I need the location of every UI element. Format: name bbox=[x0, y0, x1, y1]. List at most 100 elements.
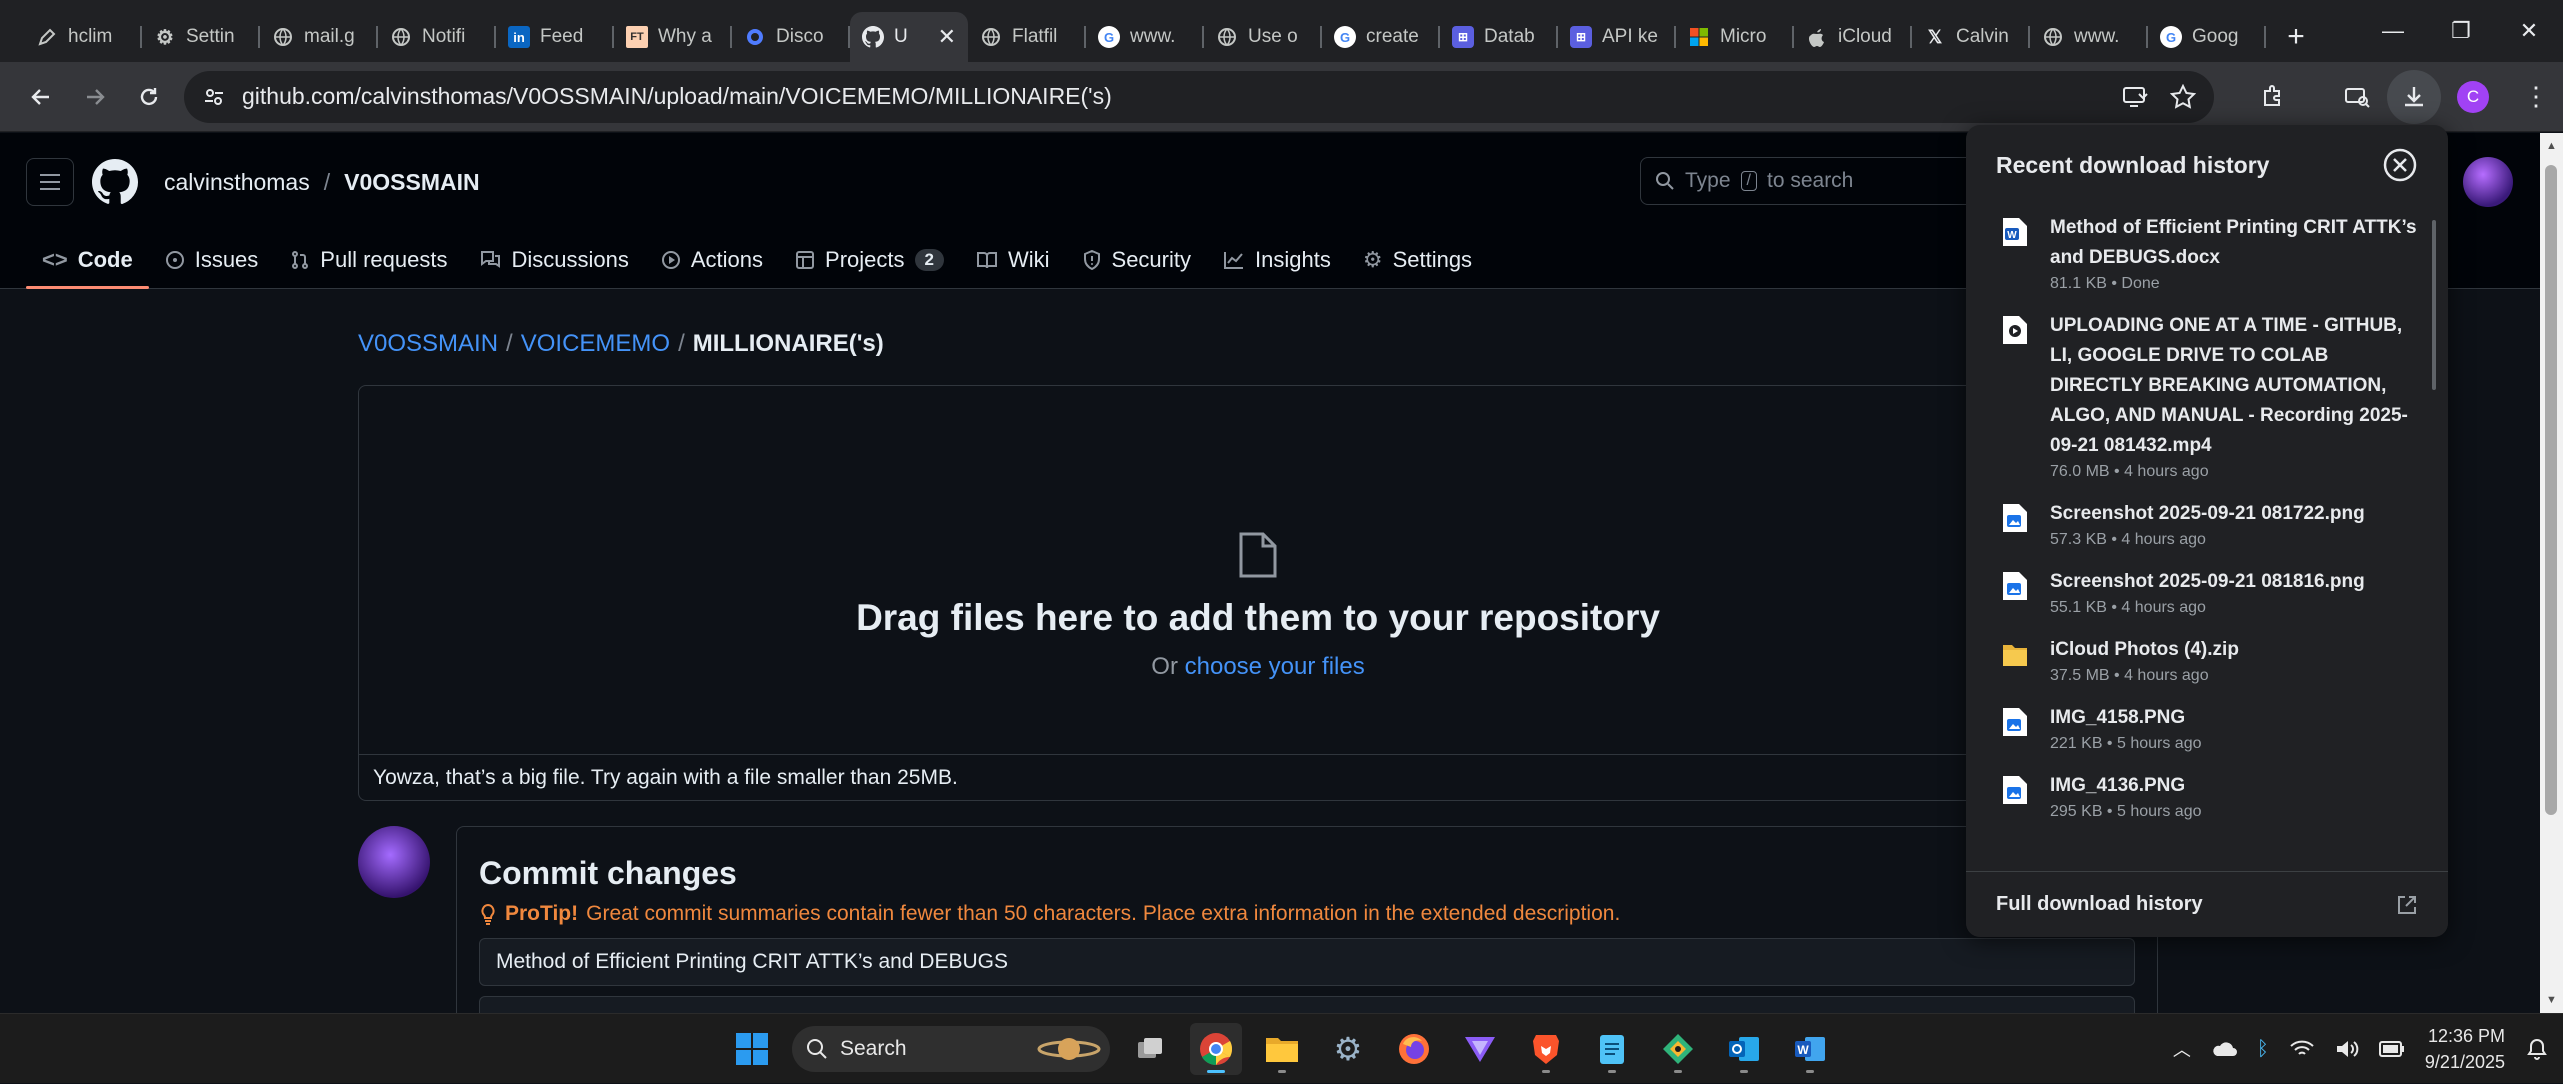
cast-search-icon[interactable] bbox=[2343, 83, 2371, 111]
browser-tab[interactable]: ⊞ Datab bbox=[1440, 12, 1558, 62]
tab-security[interactable]: Security bbox=[1066, 231, 1207, 289]
browser-tab[interactable]: Micro bbox=[1676, 12, 1794, 62]
download-item[interactable]: iCloud Photos (4).zip 37.5 MB • 4 hours a… bbox=[1966, 627, 2448, 695]
scroll-up-icon[interactable]: ▲ bbox=[2540, 133, 2563, 159]
system-tray: ︿ ᛒ 12:36 PM 9/21/2025 bbox=[2173, 1014, 2549, 1084]
scroll-down-icon[interactable]: ▼ bbox=[2540, 987, 2563, 1013]
tab-issues[interactable]: Issues bbox=[149, 231, 275, 289]
browser-toolbar: github.com/calvinsthomas/V0OSSMAIN/uploa… bbox=[0, 62, 2563, 132]
restore-button[interactable]: ❐ bbox=[2427, 0, 2495, 62]
browser-tab[interactable]: G www. bbox=[1086, 12, 1204, 62]
download-list-scrollbar[interactable] bbox=[2432, 220, 2436, 390]
reload-button[interactable] bbox=[122, 70, 176, 124]
notification-bell-icon[interactable] bbox=[2525, 1037, 2549, 1061]
tab-insights[interactable]: Insights bbox=[1207, 231, 1347, 289]
path-folder-link[interactable]: VOICEMEMO bbox=[521, 330, 670, 357]
site-settings-icon[interactable] bbox=[202, 85, 226, 109]
volume-icon[interactable] bbox=[2335, 1039, 2359, 1059]
download-item[interactable]: Screenshot 2025-09-21 081722.png 57.3 KB … bbox=[1966, 491, 2448, 559]
repo-name-link[interactable]: V0OSSMAIN bbox=[344, 169, 479, 196]
close-panel-icon[interactable] bbox=[2382, 147, 2418, 183]
menu-button[interactable] bbox=[26, 158, 74, 206]
gear-icon: ⚙ bbox=[1333, 1031, 1363, 1067]
browser-tab[interactable]: www. bbox=[2030, 12, 2148, 62]
bookmark-star-icon[interactable] bbox=[2170, 83, 2196, 110]
wifi-icon[interactable] bbox=[2289, 1039, 2315, 1059]
tab-settings[interactable]: ⚙ Settings bbox=[1347, 231, 1488, 289]
taskbar-search-box[interactable]: Search bbox=[792, 1026, 1110, 1072]
tab-pull-requests[interactable]: Pull requests bbox=[274, 231, 463, 289]
browser-tab[interactable]: G Goog bbox=[2148, 12, 2266, 62]
scrollbar-thumb[interactable] bbox=[2545, 165, 2557, 815]
task-view-button[interactable] bbox=[1124, 1023, 1176, 1075]
taskbar-chrome[interactable] bbox=[1190, 1023, 1242, 1075]
browser-tab[interactable]: ⚙ Settin bbox=[142, 12, 260, 62]
profile-avatar[interactable]: C bbox=[2457, 80, 2489, 113]
extensions-icon[interactable] bbox=[2259, 83, 2287, 111]
download-item[interactable]: IMG_4136.PNG 295 KB • 5 hours ago bbox=[1966, 763, 2448, 831]
install-app-icon[interactable] bbox=[2122, 84, 2148, 110]
browser-tab[interactable]: Flatfil bbox=[968, 12, 1086, 62]
download-meta: 221 KB • 5 hours ago bbox=[2050, 735, 2202, 752]
taskbar-snipping-tool[interactable] bbox=[1652, 1023, 1704, 1075]
lightbulb-icon bbox=[481, 903, 495, 925]
file-drop-zone[interactable]: Drag files here to add them to your repo… bbox=[358, 385, 2158, 801]
browser-tab[interactable]: iCloud bbox=[1794, 12, 1912, 62]
path-repo-link[interactable]: V0OSSMAIN bbox=[358, 330, 498, 357]
browser-tab[interactable]: Disco bbox=[732, 12, 850, 62]
download-item[interactable]: W Method of Efficient Printing CRIT ATTK… bbox=[1966, 205, 2448, 303]
new-tab-button[interactable]: + bbox=[2276, 12, 2316, 62]
browser-tab-active[interactable]: U ✕ bbox=[850, 12, 968, 62]
download-meta: 57.3 KB • 4 hours ago bbox=[2050, 531, 2206, 548]
browser-tab[interactable]: FT Why a bbox=[614, 12, 732, 62]
browser-tab[interactable]: G create bbox=[1322, 12, 1440, 62]
address-bar[interactable]: github.com/calvinsthomas/V0OSSMAIN/uploa… bbox=[184, 70, 2214, 123]
close-tab-icon[interactable]: ✕ bbox=[938, 24, 956, 50]
more-menu-icon[interactable]: ⋮ bbox=[2523, 81, 2549, 112]
search-shortcut-key: / bbox=[1740, 171, 1757, 191]
tab-actions[interactable]: Actions bbox=[645, 231, 779, 289]
browser-tab[interactable]: mail.g bbox=[260, 12, 378, 62]
battery-icon[interactable] bbox=[2378, 1041, 2405, 1057]
choose-files-link[interactable]: choose your files bbox=[1185, 653, 1365, 680]
browser-tab[interactable]: ⊞ API ke bbox=[1558, 12, 1676, 62]
user-avatar[interactable] bbox=[2463, 157, 2513, 207]
taskbar-outlook[interactable] bbox=[1718, 1023, 1770, 1075]
browser-tab[interactable]: in Feed bbox=[496, 12, 614, 62]
taskbar-settings[interactable]: ⚙ bbox=[1322, 1023, 1374, 1075]
commit-summary-input[interactable]: Method of Efficient Printing CRIT ATTK’s… bbox=[479, 938, 2135, 986]
start-button[interactable] bbox=[726, 1023, 778, 1075]
browser-tab[interactable]: 𝕏 Calvin bbox=[1912, 12, 2030, 62]
tab-discussions[interactable]: Discussions bbox=[463, 231, 644, 289]
forward-button[interactable] bbox=[68, 70, 122, 124]
bluetooth-icon[interactable]: ᛒ bbox=[2257, 1038, 2269, 1061]
download-item[interactable]: UPLOADING ONE AT A TIME - GITHUB, LI, GO… bbox=[1966, 303, 2448, 491]
minimize-button[interactable]: — bbox=[2359, 0, 2427, 62]
chevron-up-icon[interactable]: ︿ bbox=[2173, 1036, 2191, 1062]
downloads-button[interactable] bbox=[2387, 69, 2441, 124]
github-search-input[interactable]: Type / to search bbox=[1640, 157, 2000, 205]
tab-label: Micro bbox=[1720, 26, 1767, 47]
browser-tab[interactable]: Use o bbox=[1204, 12, 1322, 62]
taskbar-proton-vpn[interactable] bbox=[1454, 1023, 1506, 1075]
repo-owner-link[interactable]: calvinsthomas bbox=[164, 169, 310, 196]
tab-wiki[interactable]: Wiki bbox=[960, 231, 1066, 289]
taskbar-notepad[interactable] bbox=[1586, 1023, 1638, 1075]
page-scrollbar[interactable]: ▲ ▼ bbox=[2540, 133, 2563, 1013]
onedrive-cloud-icon[interactable] bbox=[2211, 1040, 2237, 1058]
taskbar-file-explorer[interactable] bbox=[1256, 1023, 1308, 1075]
taskbar-brave[interactable] bbox=[1520, 1023, 1572, 1075]
download-item[interactable]: Screenshot 2025-09-21 081816.png 55.1 KB … bbox=[1966, 559, 2448, 627]
taskbar-firefox[interactable] bbox=[1388, 1023, 1440, 1075]
taskbar-clock[interactable]: 12:36 PM 9/21/2025 bbox=[2425, 1023, 2505, 1075]
tab-projects[interactable]: Projects 2 bbox=[779, 231, 960, 289]
download-item[interactable]: IMG_4158.PNG 221 KB • 5 hours ago bbox=[1966, 695, 2448, 763]
browser-tab[interactable]: hclim bbox=[24, 12, 142, 62]
taskbar-word[interactable]: W bbox=[1784, 1023, 1836, 1075]
tab-code[interactable]: <> Code bbox=[26, 231, 149, 289]
close-window-button[interactable]: ✕ bbox=[2495, 0, 2563, 62]
github-logo-icon[interactable] bbox=[92, 159, 138, 205]
back-button[interactable] bbox=[14, 70, 68, 124]
browser-tab[interactable]: Notifi bbox=[378, 12, 496, 62]
full-download-history-link[interactable]: Full download history bbox=[1966, 871, 2448, 937]
